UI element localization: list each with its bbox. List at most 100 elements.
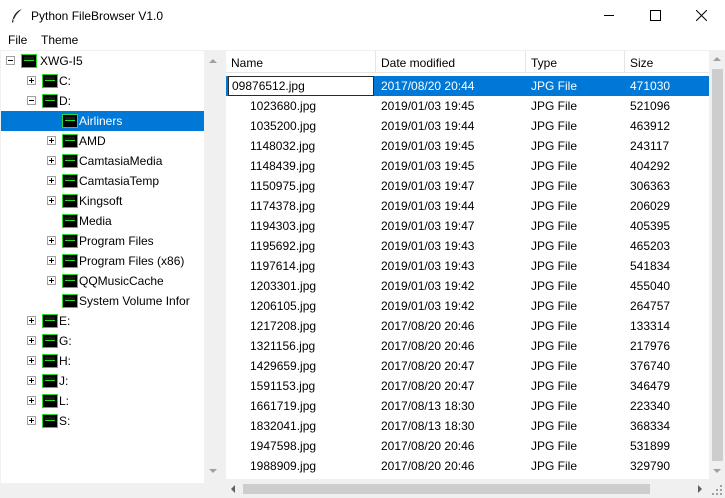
scroll-up-icon[interactable] (209, 59, 217, 63)
scroll-down-icon[interactable] (209, 469, 217, 473)
file-list-horizontal-scrollbar[interactable] (226, 481, 709, 496)
tree-item[interactable]: CamtasiaTemp (1, 171, 204, 191)
file-name-cell: 1148032.jpg (250, 139, 316, 153)
tree-item[interactable]: L: (1, 391, 204, 411)
file-type-cell: JPG File (531, 119, 578, 133)
folder-tree[interactable]: XWG-I5 C: D: Airliners AMD CamtasiaMedia Camta… (1, 51, 204, 483)
table-row[interactable]: 1035200.jpg 2019/01/03 19:44 JPG File 46391… (226, 116, 709, 136)
expand-icon[interactable] (27, 416, 36, 425)
tree-item-label: CamtasiaMedia (79, 154, 163, 168)
column-header-size[interactable]: Size (625, 51, 709, 73)
scroll-right-icon[interactable] (698, 485, 702, 493)
close-button[interactable] (679, 0, 725, 31)
tree-item-label: QQMusicCache (79, 274, 164, 288)
file-list-vertical-scrollbar[interactable] (709, 51, 725, 481)
maximize-icon (650, 10, 661, 21)
table-row[interactable]: 09876512.jpg 2017/08/20 20:44 JPG File 4710… (226, 76, 709, 96)
tree-item[interactable]: H: (1, 351, 204, 371)
drive-icon (62, 154, 78, 168)
expand-icon[interactable] (27, 76, 36, 85)
table-row[interactable]: 1429659.jpg 2017/08/20 20:47 JPG File 37674… (226, 356, 709, 376)
column-header-type[interactable]: Type (526, 51, 625, 73)
drive-icon (42, 334, 58, 348)
expand-icon[interactable] (47, 196, 56, 205)
tree-item-label: System Volume Infor (79, 294, 190, 308)
minimize-button[interactable] (587, 0, 633, 31)
tree-item[interactable]: G: (1, 331, 204, 351)
expand-icon[interactable] (47, 136, 56, 145)
table-row[interactable]: 1148439.jpg 2019/01/03 19:45 JPG File 40429… (226, 156, 709, 176)
collapse-icon[interactable] (6, 56, 15, 65)
scroll-up-icon[interactable] (713, 57, 721, 61)
table-row[interactable]: 1947598.jpg 2017/08/20 20:46 JPG File 53189… (226, 436, 709, 456)
tree-item[interactable]: J: (1, 371, 204, 391)
drive-icon (42, 94, 58, 108)
expand-icon[interactable] (27, 356, 36, 365)
tree-item[interactable]: CamtasiaMedia (1, 151, 204, 171)
table-row[interactable]: 1194303.jpg 2019/01/03 19:47 JPG File 40539… (226, 216, 709, 236)
menu-file[interactable]: File (8, 33, 27, 47)
file-size-cell: 465203 (630, 239, 671, 253)
table-row[interactable]: 1023680.jpg 2019/01/03 19:45 JPG File 52109… (226, 96, 709, 116)
file-size-cell: 404292 (630, 159, 671, 173)
expand-icon[interactable] (47, 256, 56, 265)
expand-icon[interactable] (47, 276, 56, 285)
table-row[interactable]: 1203301.jpg 2019/01/03 19:42 JPG File 45504… (226, 276, 709, 296)
rename-input[interactable]: 09876512.jpg (228, 76, 374, 96)
scroll-left-icon[interactable] (231, 485, 235, 493)
tree-item[interactable]: Kingsoft (1, 191, 204, 211)
table-row[interactable]: 1988909.jpg 2017/08/20 20:46 JPG File 32979… (226, 456, 709, 476)
expand-icon[interactable] (47, 176, 56, 185)
drive-icon (62, 214, 78, 228)
table-row[interactable]: 1195692.jpg 2019/01/03 19:43 JPG File 46520… (226, 236, 709, 256)
tree-item[interactable]: S: (1, 411, 204, 431)
expand-icon[interactable] (27, 336, 36, 345)
maximize-button[interactable] (633, 0, 679, 31)
scroll-down-icon[interactable] (713, 469, 721, 473)
resize-grip-icon[interactable] (711, 484, 723, 496)
table-row[interactable]: 1148032.jpg 2019/01/03 19:45 JPG File 24311… (226, 136, 709, 156)
tree-item[interactable]: AMD (1, 131, 204, 151)
tree-item[interactable]: D: (1, 91, 204, 111)
tree-item[interactable]: Program Files (x86) (1, 251, 204, 271)
file-name-cell: 1035200.jpg (250, 119, 317, 133)
file-date-cell: 2019/01/03 19:42 (381, 299, 475, 313)
file-size-cell: 217976 (630, 339, 671, 353)
table-row[interactable]: 1150975.jpg 2019/01/03 19:47 JPG File 30636… (226, 176, 709, 196)
table-row[interactable]: 1321156.jpg 2017/08/20 20:46 JPG File 21797… (226, 336, 709, 356)
file-name-cell: 1832041.jpg (250, 419, 317, 433)
tree-item[interactable]: XWG-I5 (1, 51, 204, 71)
menu-theme[interactable]: Theme (41, 33, 78, 47)
expand-icon[interactable] (27, 316, 36, 325)
file-type-cell: JPG File (531, 279, 578, 293)
expand-icon[interactable] (47, 236, 56, 245)
expand-icon[interactable] (47, 156, 56, 165)
tree-item[interactable]: E: (1, 311, 204, 331)
table-row[interactable]: 1832041.jpg 2017/08/13 18:30 JPG File 36833… (226, 416, 709, 436)
table-row[interactable]: 1217208.jpg 2017/08/20 20:46 JPG File 13331… (226, 316, 709, 336)
expand-icon[interactable] (27, 376, 36, 385)
drive-icon (42, 74, 58, 88)
tree-item[interactable]: Program Files (1, 231, 204, 251)
tree-item[interactable]: C: (1, 71, 204, 91)
drive-icon (62, 274, 78, 288)
file-size-cell: 405395 (630, 219, 671, 233)
vertical-scroll-thumb[interactable] (712, 69, 723, 461)
table-row[interactable]: 1206105.jpg 2019/01/03 19:42 JPG File 26475… (226, 296, 709, 316)
tree-item-label: E: (59, 314, 71, 328)
file-list[interactable]: Name Date modified Type Size 09876512.jp… (226, 51, 709, 479)
tree-item[interactable]: Airliners (1, 111, 204, 131)
horizontal-scroll-thumb[interactable] (243, 484, 650, 494)
collapse-icon[interactable] (27, 96, 36, 105)
table-row[interactable]: 1197614.jpg 2019/01/03 19:43 JPG File 54183… (226, 256, 709, 276)
tree-vertical-scrollbar[interactable] (204, 51, 221, 483)
tree-item[interactable]: System Volume Infor (1, 291, 204, 311)
table-row[interactable]: 1661719.jpg 2017/08/13 18:30 JPG File 22334… (226, 396, 709, 416)
tree-item[interactable]: Media (1, 211, 204, 231)
table-row[interactable]: 1591153.jpg 2017/08/20 20:47 JPG File 34647… (226, 376, 709, 396)
expand-icon[interactable] (27, 396, 36, 405)
column-header-date-modified[interactable]: Date modified (376, 51, 526, 73)
column-header-name[interactable]: Name (226, 51, 376, 73)
table-row[interactable]: 1174378.jpg 2019/01/03 19:44 JPG File 20602… (226, 196, 709, 216)
tree-item[interactable]: QQMusicCache (1, 271, 204, 291)
